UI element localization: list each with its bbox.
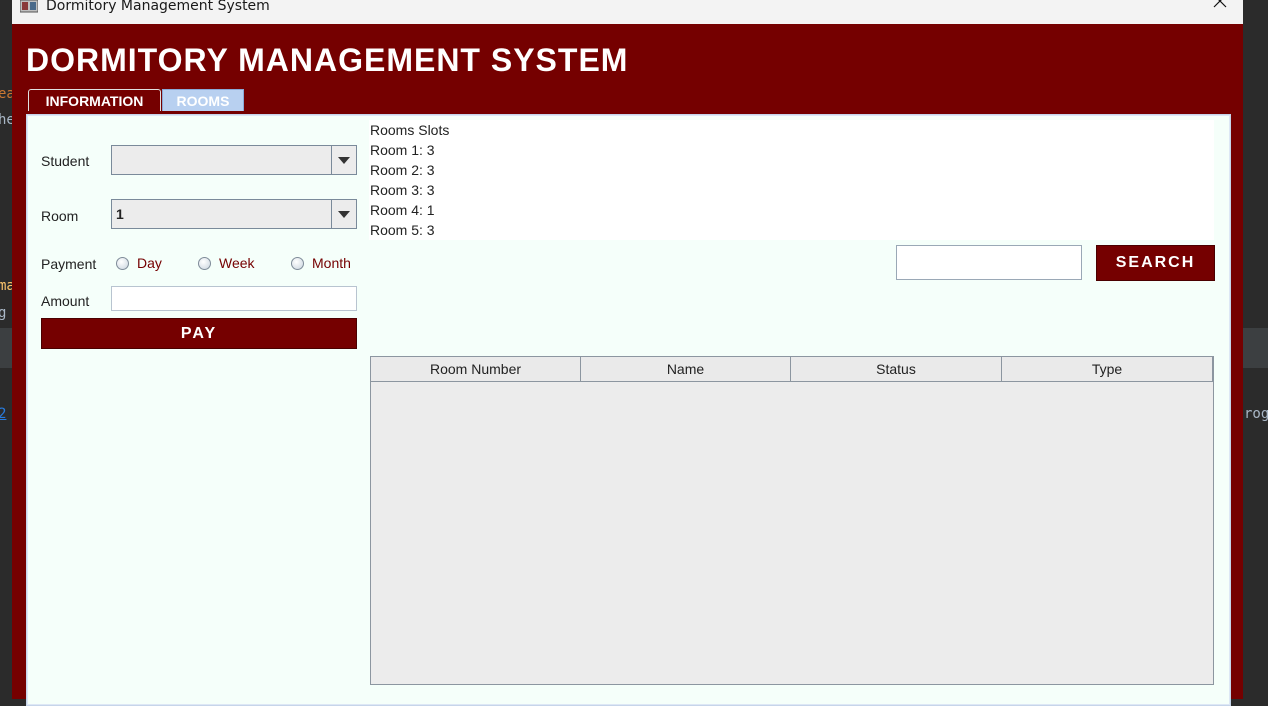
triangle-down-icon — [338, 151, 350, 169]
payment-week-radio[interactable]: Week — [198, 255, 255, 271]
radio-circle-icon — [198, 256, 211, 270]
amount-label: Amount — [41, 293, 90, 309]
app-heading: DORMITORY MANAGEMENT SYSTEM — [26, 42, 629, 78]
background-code-fragment: 2 — [0, 406, 7, 422]
search-button[interactable]: SEARCH — [1096, 245, 1215, 281]
table-header: Room Number Name Status Type — [371, 357, 1213, 382]
payment-day-label: Day — [137, 255, 162, 271]
background-band-left — [0, 328, 12, 368]
radio-circle-icon — [116, 256, 129, 270]
window-title: Dormitory Management System — [46, 0, 270, 14]
room-combobox-value: 1 — [116, 206, 124, 222]
room-dropdown-button[interactable] — [331, 200, 356, 228]
payment-month-label: Month — [312, 255, 351, 271]
room-slot-line: Room 2: 3 — [370, 162, 435, 178]
column-header-name[interactable]: Name — [581, 357, 791, 382]
window-titlebar[interactable]: Dormitory Management System — [12, 0, 1243, 24]
room-slot-line: Room 5: 3 — [370, 222, 435, 238]
payment-week-label: Week — [219, 255, 255, 271]
app-icon — [19, 0, 39, 13]
room-combobox[interactable]: 1 — [111, 199, 357, 229]
search-input[interactable] — [896, 245, 1082, 280]
app-window: Dormitory Management System DORMITORY MA… — [12, 0, 1243, 706]
close-icon — [1213, 0, 1227, 13]
background-code-fragment: rog — [1244, 406, 1268, 422]
room-slot-line: Room 3: 3 — [370, 182, 435, 198]
student-label: Student — [41, 153, 90, 169]
room-slot-line: Room 4: 1 — [370, 202, 435, 218]
room-slots-area: Rooms Slots Room 1: 3 Room 2: 3 Room 3: … — [369, 120, 1214, 240]
student-combobox[interactable] — [111, 145, 357, 175]
radio-circle-icon — [291, 256, 304, 270]
column-header-type[interactable]: Type — [1002, 357, 1213, 382]
triangle-down-icon — [338, 205, 350, 223]
payment-month-radio[interactable]: Month — [291, 255, 351, 271]
tab-information[interactable]: INFORMATION — [28, 89, 161, 111]
pay-button[interactable]: PAY — [41, 318, 357, 349]
close-button[interactable] — [1197, 0, 1243, 18]
amount-input[interactable] — [111, 286, 357, 311]
background-code-fragment: g — [0, 305, 7, 321]
room-slots-header: Rooms Slots — [370, 122, 450, 138]
rooms-table[interactable]: Room Number Name Status Type — [370, 356, 1214, 685]
student-dropdown-button[interactable] — [331, 146, 356, 174]
column-header-status[interactable]: Status — [791, 357, 1002, 382]
room-label: Room — [41, 208, 79, 224]
room-slot-line: Room 1: 3 — [370, 142, 435, 158]
tab-rooms[interactable]: ROOMS — [162, 89, 244, 111]
column-header-room-number[interactable]: Room Number — [371, 357, 581, 382]
information-panel: Student Room 1 Payment Day Week Month Am… — [26, 114, 1231, 706]
background-band-right — [1243, 328, 1268, 368]
payment-label: Payment — [41, 256, 97, 272]
payment-day-radio[interactable]: Day — [116, 255, 162, 271]
